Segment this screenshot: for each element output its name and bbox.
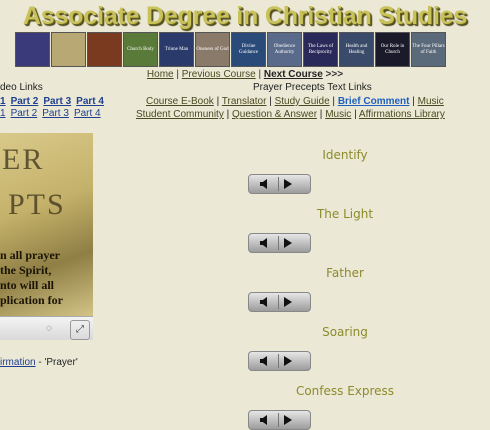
text-link[interactable]: Brief Comment [338, 96, 410, 107]
video-player[interactable]: ER PTS n all prayer the Spirit, nto will… [0, 133, 93, 340]
course-thumbnail[interactable]: Our Role in Church [375, 32, 410, 67]
volume-icon[interactable]: ◌ [46, 323, 52, 334]
video-links-row-2: 1 Part 2 Part 3 Part 4 [0, 108, 106, 119]
play-icon[interactable] [284, 415, 292, 425]
text-link[interactable]: Music [325, 109, 351, 120]
speaker-icon[interactable] [260, 238, 267, 248]
video-links-heading: deo Links [0, 82, 43, 93]
course-thumbnail[interactable]: The Four Pillars of Faith [411, 32, 446, 67]
link-separator: | [223, 109, 232, 120]
home-link[interactable]: Home [147, 69, 174, 80]
divider [278, 177, 279, 191]
video-part-link[interactable]: 1 [0, 96, 6, 107]
text-link[interactable]: Student Community [136, 109, 224, 120]
nav-separator: | [173, 69, 182, 80]
link-separator: | [266, 96, 275, 107]
fullscreen-icon[interactable]: ⤢ [70, 320, 90, 340]
caption-text: - 'Prayer' [35, 357, 78, 368]
video-text-line: n all prayer [0, 248, 60, 262]
affirmation-link[interactable]: irmation [0, 357, 36, 368]
video-part-link[interactable]: Part 2 [11, 108, 38, 119]
link-separator: | [213, 96, 222, 107]
video-links-row-1: 1 Part 2 Part 3 Part 4 [0, 96, 109, 107]
prayer-title: Identify [322, 148, 368, 162]
prayer-title: Father [326, 266, 364, 280]
text-links-row-2: Student Community | Question & Answer | … [136, 109, 445, 120]
prayer-title: The Light [316, 207, 374, 221]
course-thumbnail[interactable] [15, 32, 50, 67]
link-separator: | [317, 109, 326, 120]
play-icon[interactable] [284, 297, 292, 307]
audio-player[interactable] [248, 351, 311, 371]
next-course-link[interactable]: Next Course [264, 69, 323, 80]
divider [278, 236, 279, 250]
course-thumbnail[interactable]: Church Body [123, 32, 158, 67]
prayer-title: Confess Express [295, 384, 395, 398]
course-thumbnail[interactable] [87, 32, 122, 67]
video-caption: irmation - 'Prayer' [0, 357, 78, 368]
link-separator: | [329, 96, 338, 107]
audio-player[interactable] [248, 292, 311, 312]
text-links-heading: Prayer Precepts Text Links [253, 82, 372, 93]
video-controls: ◌ ⤢ [0, 316, 93, 340]
divider [278, 354, 279, 368]
text-link[interactable]: Translator [222, 96, 267, 107]
course-thumbnail[interactable]: Obedience Authority [267, 32, 302, 67]
speaker-icon[interactable] [260, 415, 267, 425]
video-overlay-word: PTS [8, 188, 66, 221]
speaker-icon[interactable] [260, 179, 267, 189]
play-icon[interactable] [284, 356, 292, 366]
text-link[interactable]: Study Guide [275, 96, 330, 107]
play-icon[interactable] [284, 179, 292, 189]
video-text-line: plication for [0, 293, 63, 307]
course-thumbnail[interactable]: Health and Healing [339, 32, 374, 67]
course-thumbnail[interactable]: Divine Guidance [231, 32, 266, 67]
link-separator: | [409, 96, 418, 107]
video-part-link[interactable]: Part 2 [11, 96, 39, 107]
text-links-row-1: Course E-Book | Translator | Study Guide… [146, 96, 444, 107]
course-nav: Home | Previous Course | Next Course >>> [0, 69, 490, 80]
course-thumbnail[interactable]: The Laws of Reciprocity [303, 32, 338, 67]
play-icon[interactable] [284, 238, 292, 248]
nav-separator: | [255, 69, 264, 80]
video-part-link[interactable]: Part 3 [43, 96, 71, 107]
audio-player[interactable] [248, 410, 311, 430]
video-text-line: nto will all [0, 278, 55, 292]
audio-player[interactable] [248, 233, 311, 253]
video-screen[interactable]: ER PTS n all prayer the Spirit, nto will… [0, 133, 93, 316]
video-text-line: the Spirit, [0, 263, 52, 277]
course-thumbnail[interactable]: Oneness of God [195, 32, 230, 67]
text-link[interactable]: Music [418, 96, 444, 107]
divider [278, 413, 279, 427]
audio-player[interactable] [248, 174, 311, 194]
divider [278, 295, 279, 309]
link-separator: | [351, 109, 359, 120]
next-arrows: >>> [322, 69, 344, 80]
video-part-link[interactable]: 1 [0, 108, 6, 119]
speaker-icon[interactable] [260, 356, 267, 366]
previous-course-link[interactable]: Previous Course [182, 69, 256, 80]
page-title: Associate Degree in Christian Studies [22, 2, 468, 30]
text-link[interactable]: Question & Answer [232, 109, 317, 120]
prayer-title: Soaring [322, 325, 368, 339]
video-part-link[interactable]: Part 3 [42, 108, 69, 119]
speaker-icon[interactable] [260, 297, 267, 307]
text-link[interactable]: Affirmations Library [359, 109, 445, 120]
text-link[interactable]: Course E-Book [146, 96, 214, 107]
video-overlay-word: ER [2, 143, 45, 176]
video-part-link[interactable]: Part 4 [74, 108, 101, 119]
video-part-link[interactable]: Part 4 [76, 96, 104, 107]
course-thumbnail[interactable] [51, 32, 86, 67]
course-thumbnail-strip: Church Body Triune Man Oneness of God Divin… [15, 32, 447, 67]
course-thumbnail[interactable]: Triune Man [159, 32, 194, 67]
